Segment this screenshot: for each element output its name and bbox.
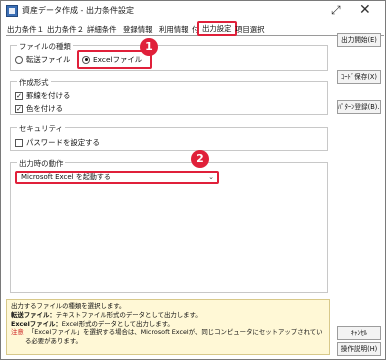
tab-usage-info[interactable]: 利用情報 <box>158 24 190 36</box>
security-title: セキュリティ <box>17 123 65 134</box>
post-action-value: Microsoft Excel を起動する <box>21 173 111 181</box>
app-icon <box>6 5 18 17</box>
help-line-5: る必要があります。 <box>25 337 82 346</box>
tab-detail-condition[interactable]: 詳細条件 <box>86 24 118 36</box>
close-icon[interactable]: ✕ <box>359 2 371 18</box>
help-line-4: 注意 「Excelファイル」を選択する場合は、Microsoft Excelが、… <box>11 328 325 337</box>
help-line-2-text: テキストファイル形式のデータとして出力します。 <box>55 310 202 319</box>
tab-output-settings[interactable]: 出力設定 <box>197 21 237 36</box>
checkbox-border-lines[interactable]: ✓ 罫線を付ける <box>15 90 70 101</box>
pattern-register-button[interactable]: ﾊﾟﾀｰﾝ登録(B)... <box>337 100 381 114</box>
checkbox-box: ✓ <box>15 104 23 113</box>
tab-item-selection[interactable]: 項目選択 <box>234 24 266 36</box>
security-group: セキュリティ パスワードを設定する <box>10 123 328 151</box>
checkbox-colors[interactable]: ✓ 色を付ける <box>15 103 63 114</box>
radio-dot-selected <box>82 55 90 64</box>
help-line-2: 転送ファイル：テキストファイル形式のデータとして出力します。 <box>11 311 325 320</box>
radio-label: Excelファイル <box>93 55 143 64</box>
file-type-group: ファイルの種類 転送ファイル Excelファイル <box>10 41 328 71</box>
options-area <box>10 187 328 293</box>
expand-icon[interactable]: ⤢ <box>331 3 341 18</box>
help-button[interactable]: 操作説明(H) <box>337 342 381 356</box>
output-start-button[interactable]: 出力開始(E) <box>337 33 381 47</box>
callout-badge-1: 1 <box>140 38 158 56</box>
radio-label: 転送ファイル <box>26 55 71 64</box>
help-line-4-text: 「Excelファイル」を選択する場合は、Microsoft Excelが、同じコ… <box>27 328 323 337</box>
file-type-title: ファイルの種類 <box>17 41 73 52</box>
checkbox-label: 罫線を付ける <box>26 91 71 100</box>
settings-window: 資産データ作成 - 出力条件設定 ⤢ ✕ 出力条件１ 出力条件２ 詳細条件 登録… <box>0 0 386 360</box>
checkbox-box <box>15 138 23 147</box>
post-action-select[interactable]: Microsoft Excel を起動する ⌄ <box>15 171 219 184</box>
tab-bar: 出力条件１ 出力条件２ 詳細条件 登録情報 利用情報 付 箋 出力設定 項目選択 <box>6 21 384 36</box>
window-title: 資産データ作成 - 出力条件設定 <box>22 6 134 15</box>
tab-output-condition-1[interactable]: 出力条件１ <box>6 24 45 36</box>
code-save-button[interactable]: ｺｰﾄﾞ保存(X) <box>337 70 381 84</box>
chevron-down-icon: ⌄ <box>208 173 214 181</box>
help-warning-label: 注意 <box>11 328 24 337</box>
post-action-title: 出力時の動作 <box>17 158 66 169</box>
title-bar: 資産データ作成 - 出力条件設定 ⤢ ✕ <box>1 1 385 21</box>
help-line-2-label: 転送ファイル： <box>11 310 56 319</box>
radio-excel-file[interactable]: Excelファイル <box>77 50 153 69</box>
cancel-button[interactable]: ｷｬﾝｾﾙ <box>337 326 381 340</box>
format-group: 作成形式 ✓ 罫線を付ける ✓ 色を付ける <box>10 77 328 115</box>
help-description: 出力するファイルの種類を選択します。 転送ファイル：テキストファイル形式のデータ… <box>6 299 330 355</box>
format-title: 作成形式 <box>17 77 51 88</box>
tab-output-condition-2[interactable]: 出力条件２ <box>46 24 85 36</box>
help-line-3-text: Excel形式のデータとして出力します。 <box>61 319 174 328</box>
tab-registration-info[interactable]: 登録情報 <box>122 24 154 36</box>
radio-transfer-file[interactable]: 転送ファイル <box>15 54 70 65</box>
radio-dot <box>15 55 23 64</box>
checkbox-label: 色を付ける <box>26 104 63 113</box>
checkbox-set-password[interactable]: パスワードを設定する <box>15 137 100 148</box>
output-settings-panel: ファイルの種類 転送ファイル Excelファイル 作成形式 ✓ 罫線を付ける ✓… <box>7 37 331 295</box>
help-line-1: 出力するファイルの種類を選択します。 <box>11 302 126 310</box>
checkbox-box: ✓ <box>15 91 23 100</box>
help-line-3-label: Excelファイル： <box>11 319 62 328</box>
callout-badge-2: 2 <box>191 150 209 168</box>
checkbox-label: パスワードを設定する <box>26 138 100 147</box>
